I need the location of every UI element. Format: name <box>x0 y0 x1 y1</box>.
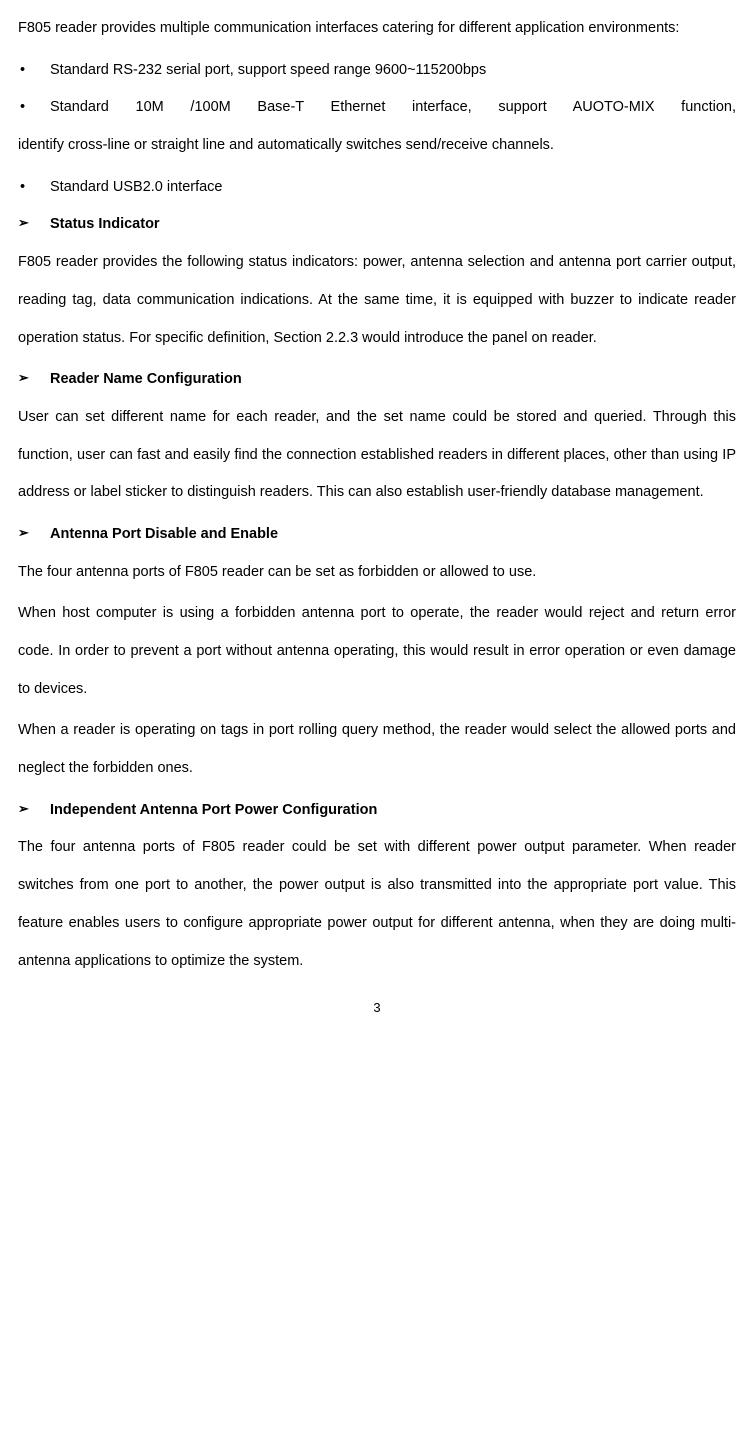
arrow-icon: ➢ <box>18 206 50 244</box>
intro-paragraph: F805 reader provides multiple communicat… <box>18 10 736 48</box>
section-heading: ➢ Independent Antenna Port Power Configu… <box>18 792 736 830</box>
bullet-icon: • <box>18 169 50 207</box>
heading-text: Status Indicator <box>50 206 160 244</box>
bullet-text: Standard 10M /100M Base-T Ethernet inter… <box>50 89 736 127</box>
arrow-icon: ➢ <box>18 516 50 554</box>
bullet-icon: • <box>18 52 50 90</box>
section-paragraph: The four antenna ports of F805 reader co… <box>18 829 736 980</box>
section-paragraph: User can set different name for each rea… <box>18 399 736 512</box>
page-number: 3 <box>18 1000 736 1015</box>
bullet-text: Standard USB2.0 interface <box>50 169 736 207</box>
section-paragraph: The four antenna ports of F805 reader ca… <box>18 554 736 592</box>
bullet-icon: • <box>18 89 50 127</box>
section-heading: ➢ Status Indicator <box>18 206 736 244</box>
bullet-item: • Standard USB2.0 interface <box>18 169 736 207</box>
arrow-icon: ➢ <box>18 792 50 830</box>
heading-text: Independent Antenna Port Power Configura… <box>50 792 377 830</box>
section-heading: ➢ Reader Name Configuration <box>18 361 736 399</box>
bullet-continuation: identify cross-line or straight line and… <box>18 127 736 165</box>
bullet-item: • Standard 10M /100M Base-T Ethernet int… <box>18 89 736 127</box>
heading-text: Reader Name Configuration <box>50 361 242 399</box>
arrow-icon: ➢ <box>18 361 50 399</box>
section-paragraph: When a reader is operating on tags in po… <box>18 712 736 787</box>
section-paragraph: F805 reader provides the following statu… <box>18 244 736 357</box>
bullet-item: • Standard RS-232 serial port, support s… <box>18 52 736 90</box>
section-heading: ➢ Antenna Port Disable and Enable <box>18 516 736 554</box>
heading-text: Antenna Port Disable and Enable <box>50 516 278 554</box>
bullet-text: Standard RS-232 serial port, support spe… <box>50 52 736 90</box>
section-paragraph: When host computer is using a forbidden … <box>18 595 736 708</box>
